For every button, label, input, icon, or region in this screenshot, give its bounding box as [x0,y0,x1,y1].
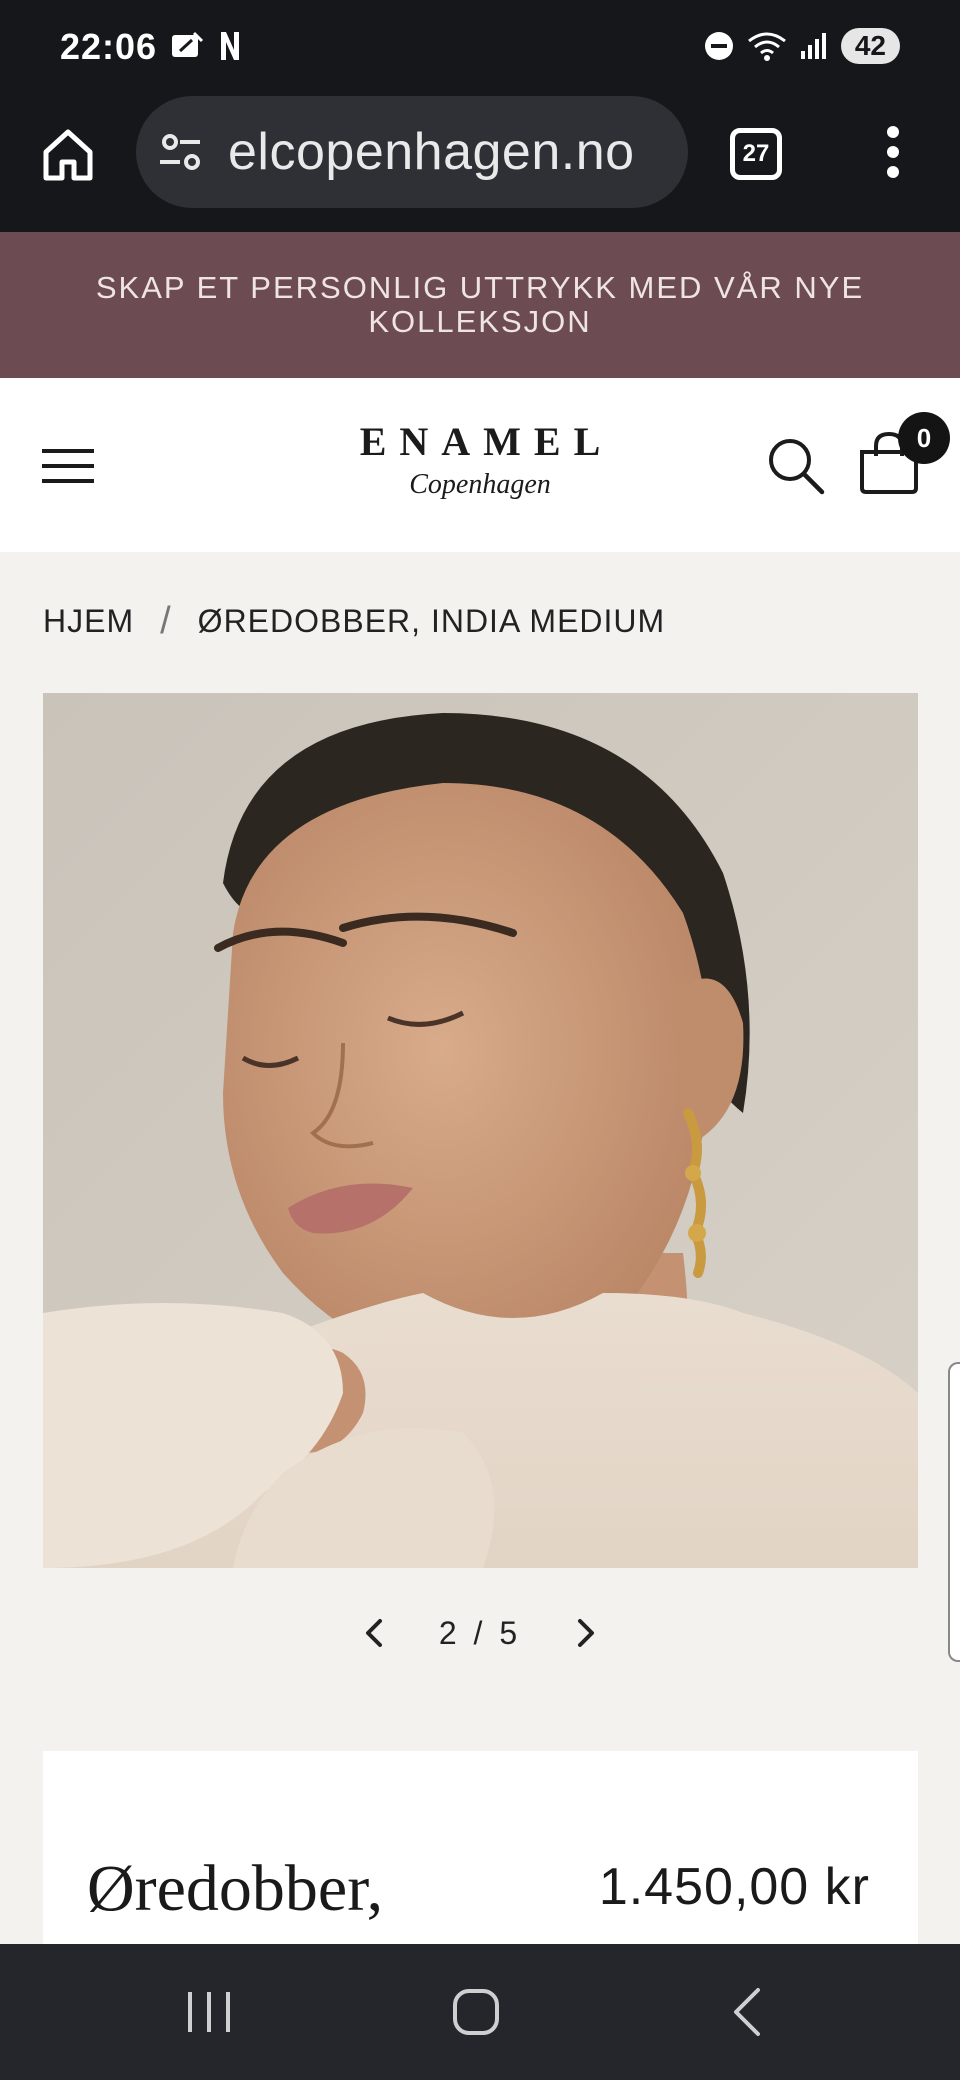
tab-switcher-button[interactable]: 27 [730,128,782,180]
system-back-icon[interactable] [730,1986,764,2038]
breadcrumb: HJEM / ØREDOBBER, INDIA MEDIUM [43,600,665,643]
system-home-icon[interactable] [452,1988,500,2036]
gallery-position: 2 / 5 [438,1614,522,1651]
browser-home-icon[interactable] [38,124,98,184]
recent-apps-icon[interactable] [184,1990,234,2034]
status-time: 22:06 [60,26,158,67]
page-scrollbar[interactable] [948,1362,960,1662]
breadcrumb-home-link[interactable]: HJEM [43,603,134,640]
next-image-icon[interactable] [570,1615,600,1651]
site-header: ENAMEL Copenhagen 0 [0,378,960,552]
previous-image-icon[interactable] [360,1615,390,1651]
system-navigation-bar [0,1944,960,2080]
status-bar: 22:06 42 [0,0,960,92]
breadcrumb-current: ØREDOBBER, INDIA MEDIUM [197,603,666,639]
gallery-pager: 2 / 5 [360,1608,600,1658]
address-bar[interactable]: elcopenhagen.no [136,96,688,208]
site-settings-icon[interactable] [158,129,204,175]
n-notification-icon [221,32,239,60]
product-title: Øredobber, [87,1852,384,1925]
product-price: 1.450,00 kr [598,1858,870,1916]
logo-wordmark: ENAMEL [359,419,614,464]
url-text[interactable]: elcopenhagen.no [228,122,635,182]
battery-level: 42 [840,28,900,64]
product-photo [43,693,918,1568]
menu-icon[interactable] [42,448,94,484]
brand-logo[interactable]: ENAMEL Copenhagen [320,418,640,501]
announcement-text: SKAP ET PERSONLIG UTTRYKK MED VÅR NYE KO… [95,270,865,339]
signal-icon [800,33,826,59]
status-notification-icons [170,30,242,62]
product-image[interactable] [43,693,918,1568]
media-icon [172,31,204,57]
breadcrumb-separator: / [160,600,172,642]
more-options-icon[interactable] [878,122,908,182]
browser-toolbar: elcopenhagen.no 27 [0,92,960,232]
search-icon[interactable] [766,436,826,496]
wifi-icon [747,32,786,61]
cart-count-badge[interactable]: 0 [898,412,950,464]
status-system-icons: 42 [703,28,900,64]
dnd-icon [704,32,733,60]
logo-subtitle: Copenhagen [409,469,551,500]
announcement-bar[interactable]: SKAP ET PERSONLIG UTTRYKK MED VÅR NYE KO… [0,232,960,378]
